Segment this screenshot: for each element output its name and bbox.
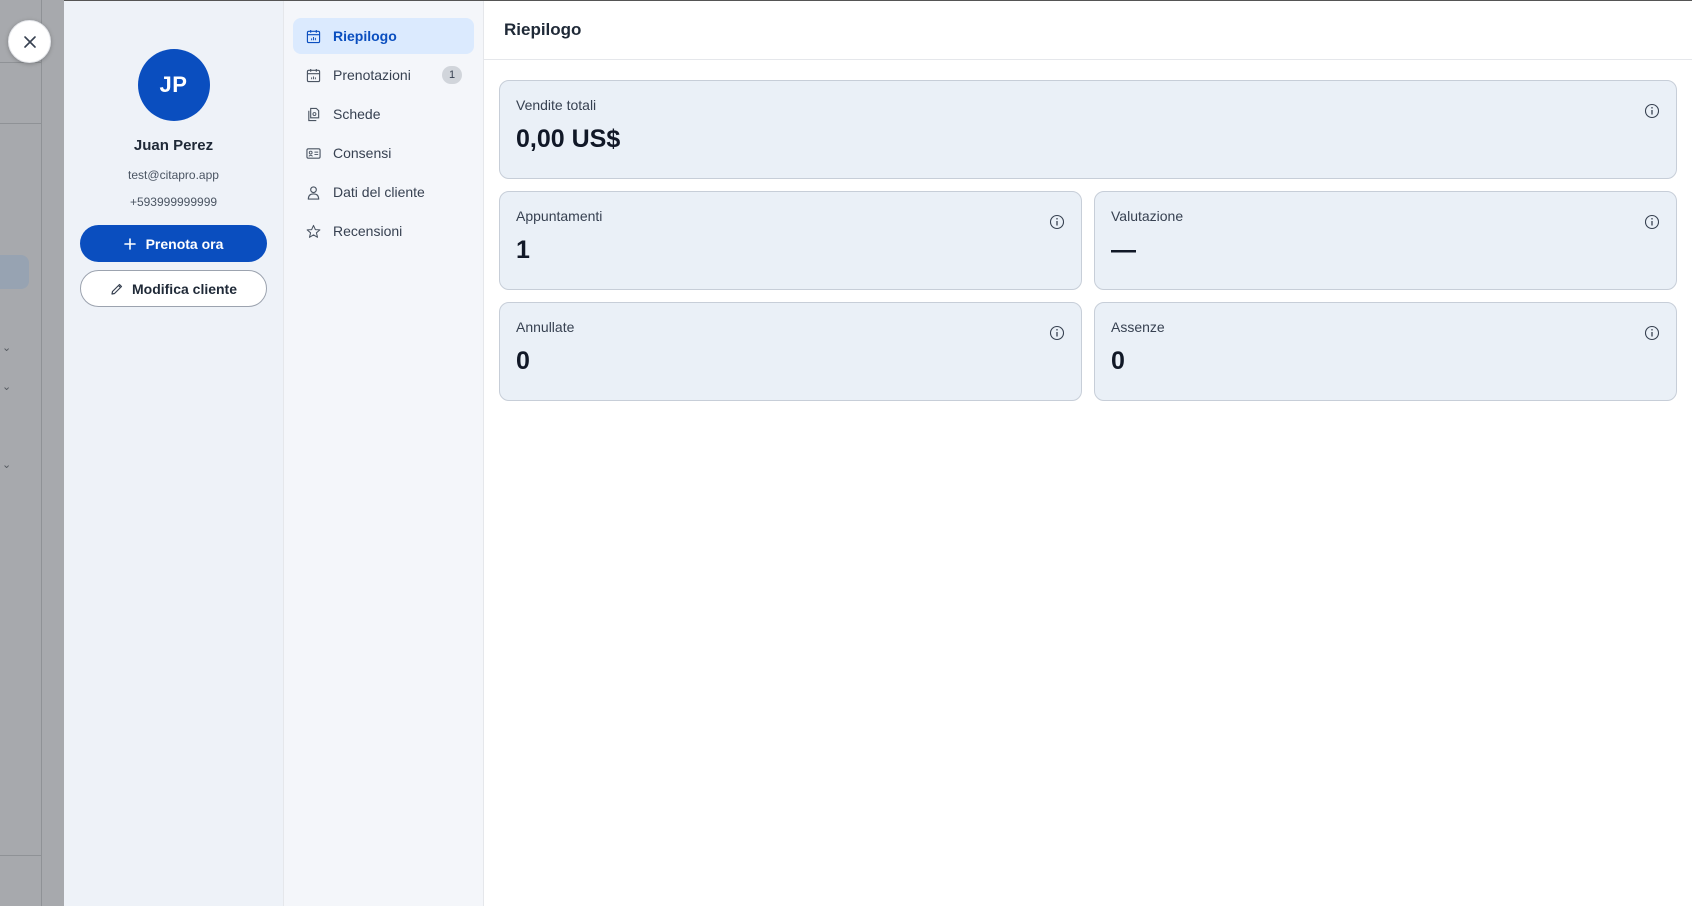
star-icon <box>305 223 321 239</box>
client-profile-panel: JP Juan Perez test@citapro.app +59399999… <box>64 1 284 906</box>
stat-card-cancelled: Annullate 0 <box>499 302 1082 401</box>
client-email: test@citapro.app <box>128 168 219 182</box>
calendar-icon <box>305 67 321 83</box>
client-name: Juan Perez <box>133 137 214 154</box>
stat-card-value: 0 <box>1111 347 1125 375</box>
stat-card-appointments: Appuntamenti 1 <box>499 191 1082 290</box>
documents-icon <box>305 106 321 122</box>
edit-client-button[interactable]: Modifica cliente <box>80 270 267 307</box>
background-divider <box>0 855 42 856</box>
client-phone: +593999999999 <box>129 195 218 209</box>
chevron-down-icon: ⌄ <box>2 381 12 393</box>
close-button[interactable] <box>8 20 51 63</box>
id-card-icon <box>305 145 321 161</box>
background-sidebar <box>0 0 42 906</box>
count-badge: 1 <box>442 66 462 84</box>
stat-card-title: Appuntamenti <box>516 208 603 224</box>
stat-card-no-shows: Assenze 0 <box>1094 302 1677 401</box>
stat-card-value: 0,00 US$ <box>516 125 621 153</box>
background-selected-item <box>0 255 29 289</box>
stat-card-title: Annullate <box>516 319 575 335</box>
info-icon[interactable] <box>1049 214 1065 230</box>
edit-client-label: Modifica cliente <box>131 280 238 297</box>
chevron-down-icon: ⌄ <box>2 342 12 354</box>
stat-card-title: Valutazione <box>1111 208 1184 224</box>
nav-item-prenotazioni[interactable]: Prenotazioni 1 <box>293 57 474 93</box>
close-icon <box>23 35 36 48</box>
info-icon[interactable] <box>1049 325 1065 341</box>
plus-icon <box>123 237 136 250</box>
summary-cards: Vendite totali 0,00 US$ Appuntamenti 1 V… <box>484 60 1692 421</box>
summary-panel: Riepilogo Vendite totali 0,00 US$ Appunt… <box>484 1 1692 906</box>
stat-card-value: — <box>1111 236 1136 264</box>
stat-card-value: 1 <box>516 236 530 264</box>
nav-item-label: Recensioni <box>333 223 403 239</box>
stat-card-total-sales: Vendite totali 0,00 US$ <box>499 80 1677 179</box>
page-title: Riepilogo <box>484 1 1692 60</box>
info-icon[interactable] <box>1644 325 1660 341</box>
client-nav: Riepilogo Prenotazioni 1 Schede Consensi <box>284 1 484 906</box>
nav-item-label: Schede <box>333 106 381 122</box>
nav-item-label: Prenotazioni <box>333 67 411 83</box>
book-now-button[interactable]: Prenota ora <box>80 225 267 262</box>
info-icon[interactable] <box>1644 214 1660 230</box>
nav-item-dati-cliente[interactable]: Dati del cliente <box>293 174 474 210</box>
nav-item-riepilogo[interactable]: Riepilogo <box>293 18 474 54</box>
nav-item-label: Consensi <box>333 145 392 161</box>
stat-card-rating: Valutazione — <box>1094 191 1677 290</box>
book-now-label: Prenota ora <box>145 235 224 252</box>
calendar-stats-icon <box>305 28 321 44</box>
nav-item-recensioni[interactable]: Recensioni <box>293 213 474 249</box>
user-icon <box>305 184 321 200</box>
avatar: JP <box>137 49 210 121</box>
background-divider <box>0 123 42 124</box>
edit-icon <box>111 283 123 295</box>
stat-card-title: Vendite totali <box>516 97 597 113</box>
stat-card-title: Assenze <box>1111 319 1165 335</box>
stat-card-value: 0 <box>516 347 530 375</box>
client-drawer: JP Juan Perez test@citapro.app +59399999… <box>64 0 1692 906</box>
nav-item-label: Riepilogo <box>333 28 397 44</box>
info-icon[interactable] <box>1644 103 1660 119</box>
chevron-down-icon: ⌄ <box>2 459 12 471</box>
nav-item-consensi[interactable]: Consensi <box>293 135 474 171</box>
nav-item-schede[interactable]: Schede <box>293 96 474 132</box>
nav-item-label: Dati del cliente <box>333 184 425 200</box>
background-divider <box>0 62 42 63</box>
background-app: ⌄ ⌄ ⌄ <box>0 0 64 906</box>
